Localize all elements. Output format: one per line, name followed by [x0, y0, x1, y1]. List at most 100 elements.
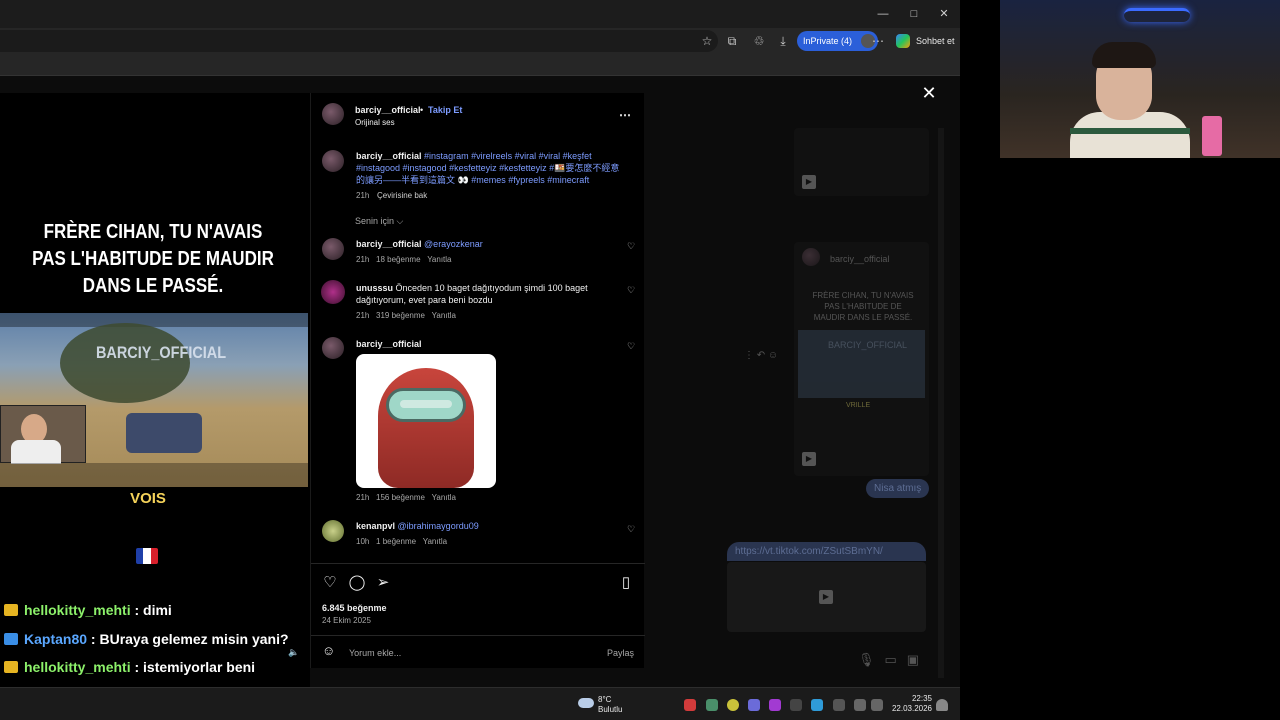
- streamer-facecam: [0, 405, 86, 464]
- comment-likes[interactable]: 1 beğenme: [376, 537, 416, 546]
- comment-avatar[interactable]: [322, 520, 344, 542]
- network-icon[interactable]: [854, 699, 866, 711]
- play-icon: ▶: [802, 175, 816, 189]
- microphone-icon[interactable]: [833, 699, 845, 711]
- share-comment-button[interactable]: Paylaş: [607, 647, 634, 659]
- collections-icon[interactable]: ♲: [750, 32, 768, 50]
- for-you-selector[interactable]: Senin için ⌵: [355, 215, 403, 227]
- caption-avatar[interactable]: [322, 150, 344, 172]
- clock-date: 22.03.2026: [891, 704, 932, 713]
- like-count[interactable]: 6.845 beğenme: [322, 602, 387, 614]
- comment-time: 21h: [356, 311, 370, 320]
- comment-like-icon[interactable]: ♡: [626, 524, 636, 534]
- post-options-icon[interactable]: ⋯: [619, 109, 631, 121]
- close-window-button[interactable]: ✕: [936, 6, 952, 22]
- copilot-label: Sohbet et: [916, 36, 955, 46]
- dm-composer-icons[interactable]: 🎙▭▣: [858, 652, 929, 668]
- weather-desc: Bulutlu: [598, 705, 623, 714]
- follow-button[interactable]: Takip Et: [428, 104, 462, 116]
- comment-sticker-image[interactable]: [356, 354, 496, 488]
- comment-input[interactable]: Yorum ekle...: [349, 647, 401, 659]
- comment-username[interactable]: barciy__official: [356, 239, 422, 249]
- comment-like-icon[interactable]: ♡: [626, 241, 636, 251]
- tiktok-preview[interactable]: ▶: [727, 562, 926, 632]
- gameplay-frame: BARCIY_OFFICIAL: [0, 313, 308, 487]
- weather-widget[interactable]: 8°C Bulutlu: [578, 695, 622, 715]
- tray-app-icon[interactable]: [748, 699, 760, 711]
- for-you-label: Senin için: [355, 216, 395, 226]
- tiktok-link[interactable]: https://vt.tiktok.com/ZSutSBmYN/: [727, 542, 926, 561]
- comment-avatar[interactable]: [321, 280, 345, 304]
- like-icon[interactable]: ♡: [321, 574, 339, 592]
- comment-body: barciy__official @erayozkenar: [356, 238, 483, 250]
- reply-button[interactable]: Yanıtla: [432, 493, 456, 502]
- volume-icon[interactable]: [871, 699, 883, 711]
- mute-icon[interactable]: 🔈: [288, 647, 299, 658]
- tray-app-icon[interactable]: [769, 699, 781, 711]
- comment-text[interactable]: @ibrahimaygordu09: [398, 521, 479, 531]
- chat-text: : istemiyorlar beni: [130, 659, 256, 675]
- reply-button[interactable]: Yanıtla: [423, 537, 447, 546]
- share-icon[interactable]: ➢: [374, 574, 392, 592]
- tray-app-icon[interactable]: [790, 699, 802, 711]
- tray-app-icon[interactable]: [684, 699, 696, 711]
- copilot-button[interactable]: Sohbet et: [896, 32, 955, 50]
- comment-icon[interactable]: ◯: [348, 574, 366, 592]
- comment-like-icon[interactable]: ♡: [626, 341, 636, 351]
- dm-video-preview[interactable]: ▶: [794, 128, 929, 196]
- dm-preview-watermark: BARCIY_OFFICIAL: [828, 340, 908, 350]
- comment-body: kenanpvl @ibrahimaygordu09: [356, 520, 479, 532]
- comment-username[interactable]: unusssu: [356, 283, 393, 293]
- comment-avatar[interactable]: [322, 238, 344, 260]
- comment-username[interactable]: barciy__official: [356, 338, 422, 350]
- inprivate-button[interactable]: InPrivate (4): [797, 31, 879, 51]
- comment-text[interactable]: @erayozkenar: [424, 239, 483, 249]
- tray-app-icon[interactable]: [811, 699, 823, 711]
- minimize-button[interactable]: —: [875, 6, 891, 22]
- tray-app-icon[interactable]: [727, 699, 739, 711]
- bookmark-icon[interactable]: ▯: [617, 574, 635, 592]
- page-scrollbar[interactable]: [938, 128, 944, 678]
- see-translation-link[interactable]: Çevirisine bak: [377, 190, 427, 202]
- reply-button[interactable]: Yanıtla: [432, 311, 456, 320]
- comment-likes[interactable]: 18 beğenme: [376, 255, 420, 264]
- author-avatar[interactable]: [322, 103, 344, 125]
- chat-message: hellokitty_mehti : istemiyorlar beni: [4, 659, 255, 681]
- title-bar: — □ ✕: [0, 0, 960, 28]
- chat-username: Kaptan80: [24, 631, 88, 647]
- webcam-hair: [1092, 42, 1156, 68]
- emoji-icon[interactable]: ☺: [322, 644, 335, 657]
- chevron-down-icon: ⌵: [396, 216, 404, 226]
- comment-likes[interactable]: 319 beğenme: [376, 311, 425, 320]
- address-bar[interactable]: [0, 30, 718, 52]
- comment-like-icon[interactable]: ♡: [626, 285, 636, 295]
- comment-time: 21h: [356, 255, 370, 264]
- dm-preview-image: BARCIY_OFFICIAL: [798, 330, 925, 398]
- notification-bell-icon[interactable]: [936, 699, 948, 711]
- close-modal-icon[interactable]: ✕: [920, 84, 938, 102]
- game-bottom-hud: [0, 463, 308, 487]
- download-icon[interactable]: ⤓: [774, 32, 792, 50]
- reply-button[interactable]: Yanıtla: [427, 255, 451, 264]
- more-menu-icon[interactable]: ⋯: [869, 32, 887, 50]
- message-actions-icon[interactable]: ⋮ ↶ ☺: [744, 350, 778, 361]
- comment-username[interactable]: kenanpvl: [356, 521, 395, 531]
- audio-label[interactable]: Orijinal ses: [355, 117, 395, 129]
- game-hud: [0, 313, 308, 327]
- video-caption: VOIS: [130, 490, 166, 507]
- caption-username[interactable]: barciy__official: [356, 151, 422, 161]
- post-date: 24 Ekim 2025: [322, 616, 371, 625]
- chat-text: : dimi: [130, 602, 172, 618]
- comment-likes[interactable]: 156 beğenme: [376, 493, 425, 502]
- chat-username: hellokitty_mehti: [24, 659, 131, 675]
- favorite-star-icon[interactable]: ☆: [698, 32, 716, 50]
- dm-shared-post[interactable]: barciy__official FRÈRE CIHAN, TU N'AVAIS…: [794, 242, 929, 476]
- author-name[interactable]: barciy__official: [355, 104, 421, 116]
- maximize-button[interactable]: □: [906, 6, 922, 22]
- comment-avatar[interactable]: [322, 337, 344, 359]
- system-clock[interactable]: 22:35 22.03.2026: [890, 694, 932, 714]
- extensions-icon[interactable]: ⧉: [723, 32, 741, 50]
- comment-meta: 21h 319 beğenme Yanıtla: [356, 310, 456, 322]
- reel-video[interactable]: FRÈRE CIHAN, TU N'AVAIS PAS L'HABITUDE D…: [0, 93, 310, 687]
- tray-app-icon[interactable]: [706, 699, 718, 711]
